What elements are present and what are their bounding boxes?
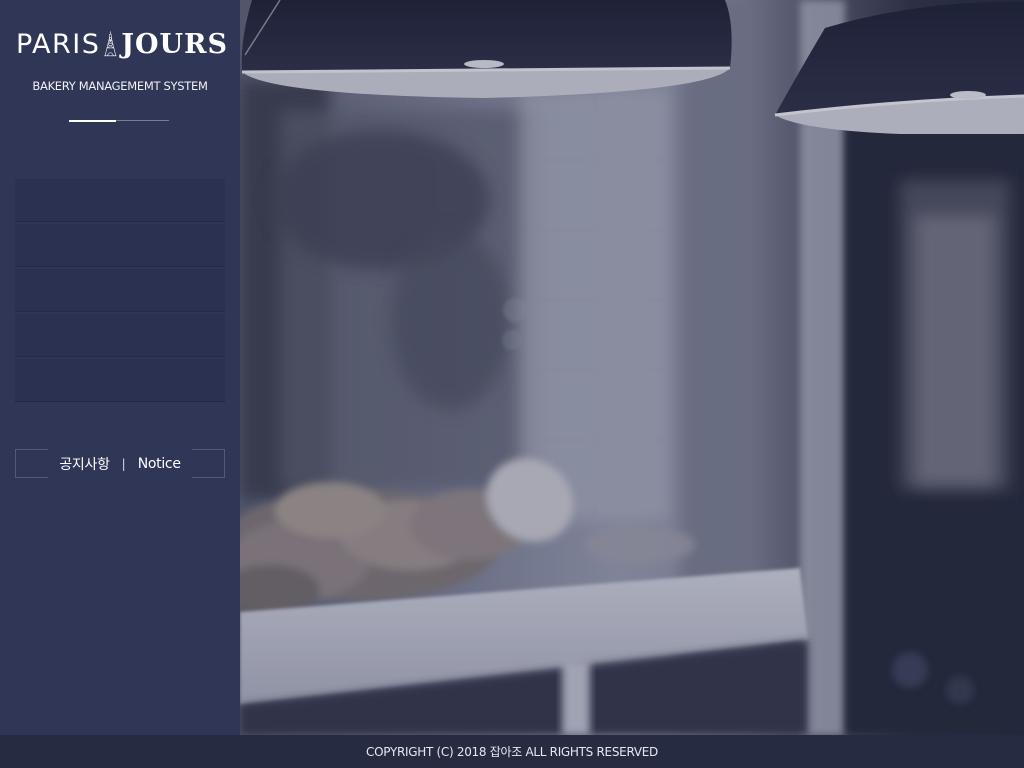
bakery-photo — [240, 0, 1024, 735]
notice-bracket-right — [192, 449, 225, 478]
divider-active-segment — [69, 119, 116, 122]
sidebar-menu-item-2[interactable] — [15, 224, 225, 267]
sidebar-menu-item-1[interactable] — [15, 179, 225, 222]
sidebar-menu-item-3[interactable] — [15, 269, 225, 312]
divider-line — [69, 119, 169, 122]
sidebar: PARIS JOURS BAKERY MANAGEMEMT SYSTEM 공지사… — [0, 0, 240, 735]
notice-label-korean: 공지사항 — [59, 456, 110, 473]
sidebar-menu-item-4[interactable] — [15, 314, 225, 357]
sidebar-menu-item-5[interactable] — [15, 359, 225, 402]
eiffel-tower-icon — [104, 31, 118, 57]
notice-button[interactable]: 공지사항 | Notice — [15, 449, 225, 478]
sidebar-menu — [15, 179, 225, 404]
footer: COPYRIGHT (C) 2018 잡아조 ALL RIGHTS RESERV… — [0, 735, 1024, 768]
notice-separator: | — [121, 456, 126, 471]
brand-subtitle: BAKERY MANAGEMEMT SYSTEM — [32, 79, 208, 93]
copyright-text: COPYRIGHT (C) 2018 잡아조 ALL RIGHTS RESERV… — [366, 745, 658, 759]
hero-image — [240, 0, 1024, 735]
notice-label-english: Notice — [137, 455, 181, 472]
brand-name-left: PARIS — [16, 28, 101, 60]
brand-logo[interactable]: PARIS JOURS — [16, 18, 228, 70]
brand-name-right: JOURS — [121, 28, 228, 60]
notice-bracket-left — [15, 449, 48, 478]
